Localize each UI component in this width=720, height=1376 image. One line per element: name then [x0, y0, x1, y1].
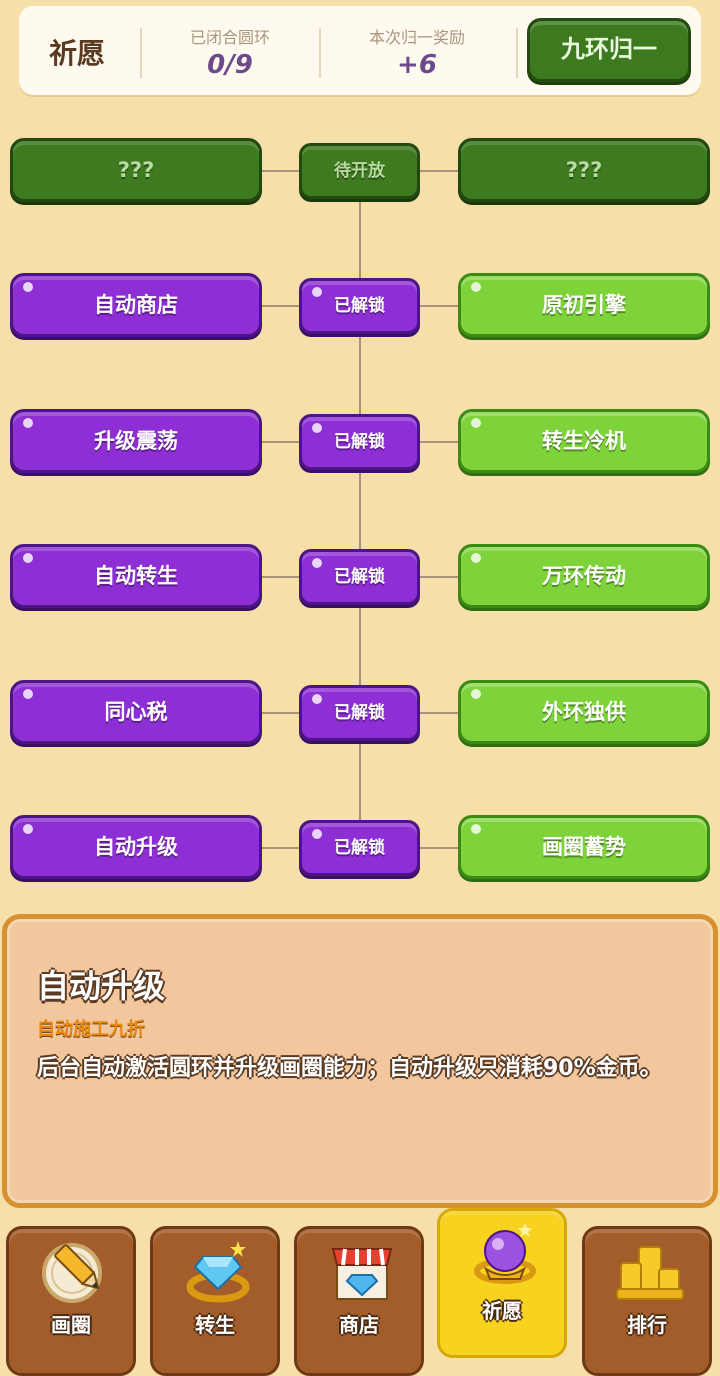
nav-tab-shop[interactable]: 商店	[294, 1226, 424, 1376]
detail-description: 后台自动激活圆环并升级画圈能力；自动升级只消耗90%金币。	[37, 1056, 662, 1081]
upgrade-node-outer-ring-supply[interactable]: 外环独供	[458, 680, 710, 744]
tier-status-unlocked: 已解锁	[299, 549, 420, 605]
nav-label-shop: 商店	[339, 1313, 379, 1337]
upgrade-node-primal-engine[interactable]: 原初引擎	[458, 273, 710, 337]
header-bar: 祈愿 已闭合圆环 0/9 本次归一奖励 +6 九环归一	[19, 6, 701, 95]
detail-subtitle: 自动施工九折	[37, 1019, 145, 1040]
detail-title: 自动升级	[37, 967, 166, 1005]
nine-ring-unify-button[interactable]: 九环归一	[527, 18, 691, 82]
nav-label-rank: 排行	[627, 1313, 667, 1337]
nav-tab-rank[interactable]: 排行	[582, 1226, 712, 1376]
tier-status-pending: 待开放	[299, 143, 420, 199]
upgrade-node-concentric-tax[interactable]: 同心税	[10, 680, 262, 744]
header-divider	[140, 28, 142, 78]
upgrade-node-auto-rebirth[interactable]: 自动转生	[10, 544, 262, 608]
diamond-ring-icon	[186, 1241, 250, 1303]
reward-value: +6	[397, 50, 437, 80]
upgrade-detail-panel: 自动升级 自动施工九折 后台自动激活圆环并升级画圈能力；自动升级只消耗90%金币…	[2, 914, 718, 1208]
podium-icon	[616, 1246, 684, 1300]
nav-tab-draw[interactable]: 画圈	[6, 1226, 136, 1376]
nav-label-draw: 画圈	[51, 1313, 91, 1337]
tier-status-unlocked: 已解锁	[299, 820, 420, 876]
upgrade-node-locked-left[interactable]: ???	[10, 138, 262, 202]
nav-tab-rebirth[interactable]: 转生	[150, 1226, 280, 1376]
tier-status-unlocked: 已解锁	[299, 414, 420, 470]
upgrade-node-rebirth-cooler[interactable]: 转生冷机	[458, 409, 710, 473]
upgrade-node-circle-charge[interactable]: 画圈蓄势	[458, 815, 710, 879]
tier-status-unlocked: 已解锁	[299, 685, 420, 741]
header-divider	[516, 28, 518, 78]
closed-rings-stat: 已闭合圆环 0/9	[150, 24, 310, 80]
shop-icon	[331, 1248, 393, 1300]
upgrade-node-locked-right[interactable]: ???	[458, 138, 710, 202]
closed-rings-label: 已闭合圆环	[189, 28, 270, 47]
nav-label-rebirth: 转生	[195, 1313, 235, 1337]
pencil-icon	[42, 1243, 102, 1303]
crystal-ball-icon	[474, 1223, 536, 1284]
reward-stat: 本次归一奖励 +6	[337, 24, 497, 80]
upgrade-node-upgrade-shock[interactable]: 升级震荡	[10, 409, 262, 473]
nav-label-wish: 祈愿	[482, 1299, 522, 1323]
header-divider	[319, 28, 321, 78]
tier-status-unlocked: 已解锁	[299, 278, 420, 334]
upgrade-node-auto-shop[interactable]: 自动商店	[10, 273, 262, 337]
nav-tab-wish[interactable]: 祈愿	[437, 1208, 567, 1358]
closed-rings-value: 0/9	[207, 50, 253, 80]
upgrade-node-auto-upgrade[interactable]: 自动升级	[10, 815, 262, 879]
upgrade-node-ring-drive[interactable]: 万环传动	[458, 544, 710, 608]
page-title: 祈愿	[49, 37, 106, 70]
reward-label: 本次归一奖励	[368, 28, 465, 47]
